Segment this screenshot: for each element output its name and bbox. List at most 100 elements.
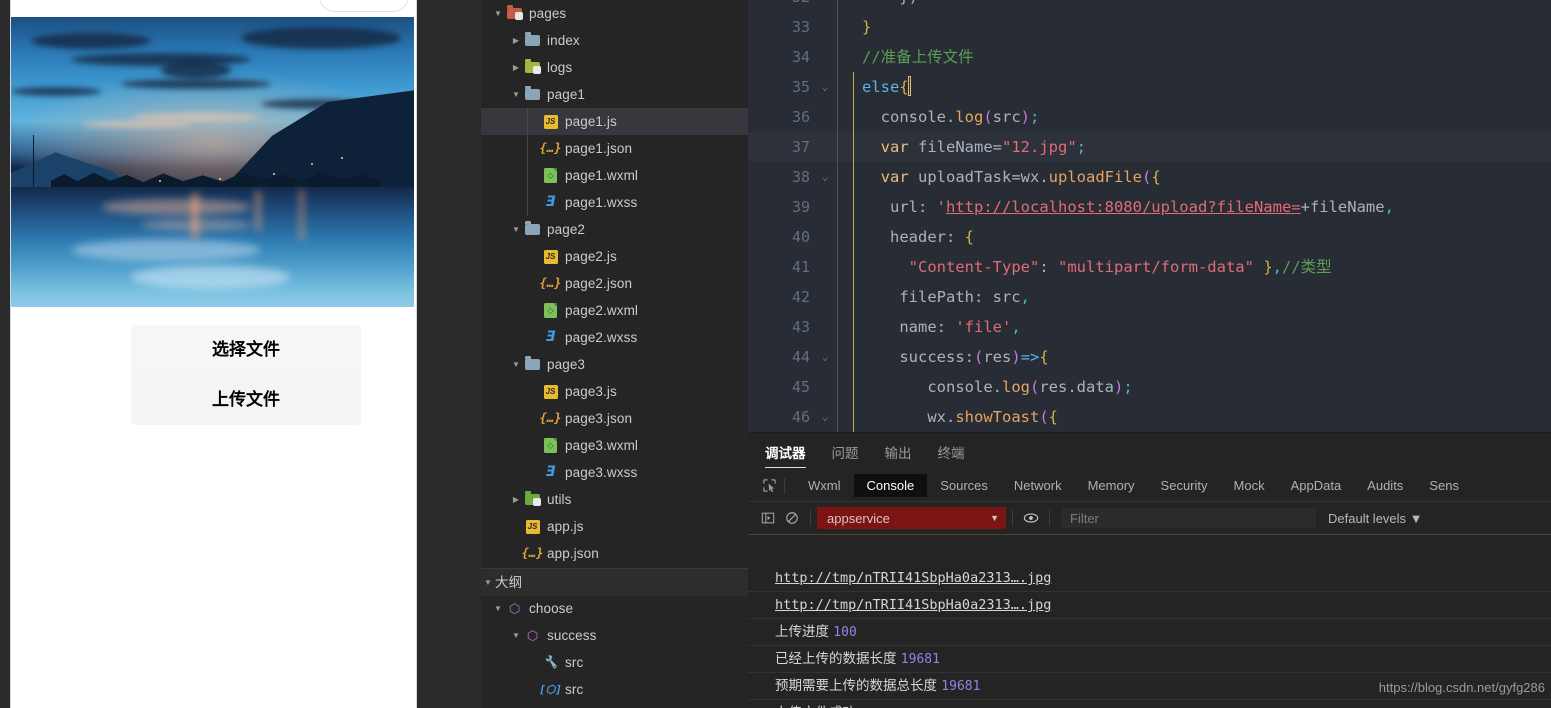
console-log-row[interactable]: 上传进度 100 (748, 619, 1551, 646)
file-tree-item[interactable]: ▶ index (481, 27, 748, 54)
devtools-tab-strip[interactable]: 调试器 问题 输出 终端 (748, 433, 1551, 470)
code-token: ) (1020, 108, 1031, 126)
panel-tab-security[interactable]: Security (1148, 474, 1221, 497)
code-line[interactable]: 41 "Content-Type": "multipart/form-data"… (748, 252, 1551, 282)
devtools-tab-item[interactable]: 问题 (832, 442, 872, 470)
code-line[interactable]: 43 name: 'file', (748, 312, 1551, 342)
chevron-down-icon[interactable]: ▼ (509, 81, 523, 108)
scope-guide (853, 222, 854, 252)
code-line[interactable]: 42 filePath: src, (748, 282, 1551, 312)
chevron-down-icon[interactable]: ▼ (491, 0, 505, 27)
devtools-tab-item[interactable]: 输出 (885, 442, 925, 470)
chevron-right-icon[interactable]: ▶ (509, 486, 523, 513)
file-tree-item[interactable]: ▼ page2 (481, 216, 748, 243)
wechat-capsule-button[interactable] (319, 0, 409, 12)
file-tree-item[interactable]: ▶ logs (481, 54, 748, 81)
panel-tab-mock[interactable]: Mock (1221, 474, 1278, 497)
fold-toggle-icon[interactable]: ⌄ (814, 72, 836, 102)
fold-toggle-icon[interactable]: ⌄ (814, 162, 836, 192)
choose-file-button[interactable]: 选择文件 (131, 325, 361, 375)
outline-section-header[interactable]: ▼ 大纲 (481, 568, 748, 596)
console-filter-input[interactable]: Filter (1062, 508, 1316, 528)
console-link[interactable]: http://tmp/nTRII41SbpHa0a2313….jpg (775, 570, 1051, 586)
devtools-panel-tabs[interactable]: Wxml Console Sources Network Memory Security M… (748, 470, 1551, 502)
code-line[interactable]: 36 console.log(src); (748, 102, 1551, 132)
console-context-select[interactable]: appservice ▼ (817, 507, 1006, 529)
file-tree-item[interactable]: ▼◇page1.wxml (481, 162, 748, 189)
code-line[interactable]: 32 }) (748, 0, 1551, 12)
code-line[interactable]: 44 ⌄ success:(res)=>{ (748, 342, 1551, 372)
devtools-tab-item[interactable]: 终端 (938, 442, 978, 470)
file-tree-item[interactable]: ▼Ǝpage1.wxss (481, 189, 748, 216)
panel-tab-appdata[interactable]: AppData (1278, 474, 1355, 497)
variable-symbol-icon: [⬡] (539, 683, 562, 696)
code-line[interactable]: 37 var fileName="12.jpg"; (748, 132, 1551, 162)
file-tree-item[interactable]: ▼Ǝpage2.wxss (481, 324, 748, 351)
chevron-down-icon[interactable]: ▼ (509, 216, 523, 243)
code-line[interactable]: 39 url: 'http://localhost:8080/upload?fi… (748, 192, 1551, 222)
console-link[interactable]: http://tmp/nTRII41SbpHa0a2313….jpg (775, 597, 1051, 613)
file-tree-item[interactable]: ▼◇page2.wxml (481, 297, 748, 324)
code-line[interactable]: 34 //准备上传文件 (748, 42, 1551, 72)
file-tree-item[interactable]: ▼ pages (481, 0, 748, 27)
chevron-down-icon[interactable]: ▼ (491, 595, 505, 622)
file-tree-item[interactable]: ▼ page3 (481, 351, 748, 378)
chevron-down-icon[interactable]: ▼ (509, 622, 523, 649)
fold-toggle-icon[interactable]: ⌄ (814, 402, 836, 432)
file-explorer-panel[interactable]: ▼pages▶index▶logs▼page1▼JSpage1.js▼{…}pa… (481, 0, 748, 708)
json-file-icon: {…} (539, 411, 562, 425)
console-levels-dropdown[interactable]: Default levels ▼ (1328, 511, 1423, 526)
preview-image[interactable] (11, 17, 414, 307)
console-log-row[interactable]: http://tmp/nTRII41SbpHa0a2313….jpg (748, 565, 1551, 592)
outline-item[interactable]: ▼🔧src (481, 649, 748, 676)
file-tree-item[interactable]: ▼{…}page2.json (481, 270, 748, 297)
panel-tab-audits[interactable]: Audits (1354, 474, 1416, 497)
file-tree-item[interactable]: ▼{…}page3.json (481, 405, 748, 432)
code-line[interactable]: 35 ⌄ else{ (748, 72, 1551, 102)
console-log-row[interactable]: http://tmp/nTRII41SbpHa0a2313….jpg (748, 592, 1551, 619)
live-expression-icon[interactable] (1019, 507, 1043, 529)
panel-tab-sens[interactable]: Sens (1416, 474, 1472, 497)
upload-file-button[interactable]: 上传文件 (131, 375, 361, 425)
file-tree-item[interactable]: ▼◇page3.wxml (481, 432, 748, 459)
code-token: : (1039, 258, 1058, 276)
code-line[interactable]: 38 ⌄ var uploadTask=wx.uploadFile({ (748, 162, 1551, 192)
file-tree-item[interactable]: ▼{…}page1.json (481, 135, 748, 162)
file-tree-item[interactable]: ▼{…}app.json (481, 540, 748, 567)
file-tree-item[interactable]: ▼JSapp.js (481, 513, 748, 540)
code-line[interactable]: 45 console.log(res.data); (748, 372, 1551, 402)
panel-tab-memory[interactable]: Memory (1075, 474, 1148, 497)
panel-tab-network[interactable]: Network (1001, 474, 1075, 497)
file-tree-item[interactable]: ▶ utils (481, 486, 748, 513)
file-tree-item[interactable]: ▼JSpage2.js (481, 243, 748, 270)
console-log-row[interactable]: 已经上传的数据长度 19681 (748, 646, 1551, 673)
chevron-down-icon[interactable]: ▼ (509, 351, 523, 378)
devtools-tab-active[interactable]: 调试器 (765, 442, 819, 470)
outline-item[interactable]: ▼ ⬡ choose (481, 595, 748, 622)
code-token: log (1001, 378, 1030, 396)
outline-item[interactable]: ▼[⬡]src (481, 676, 748, 703)
inspect-element-icon[interactable] (756, 475, 782, 497)
code-line[interactable]: 46 ⌄ wx.showToast({ (748, 402, 1551, 432)
file-tree-item[interactable]: ▼ page1 (481, 81, 748, 108)
console-log-row[interactable]: 上传文件成功 (748, 700, 1551, 708)
code-line[interactable]: 40 header: { (748, 222, 1551, 252)
file-tree-item[interactable]: ▼JSpage1.js (481, 108, 748, 135)
chevron-right-icon[interactable]: ▶ (509, 27, 523, 54)
file-tree-item[interactable]: ▼Ǝpage3.wxss (481, 459, 748, 486)
outline-item[interactable]: ▼ ⬡ success (481, 622, 748, 649)
chevron-right-icon[interactable]: ▶ (509, 54, 523, 81)
fold-toggle-icon[interactable]: ⌄ (814, 342, 836, 372)
panel-tab-console[interactable]: Console (853, 474, 928, 497)
code-line[interactable]: 33} (748, 12, 1551, 42)
console-sidebar-icon[interactable] (756, 507, 780, 529)
file-tree-item[interactable]: ▼JSpage3.js (481, 378, 748, 405)
console-toolbar[interactable]: appservice ▼ Filter Default levels ▼ (748, 502, 1551, 535)
code-token: { (1048, 408, 1059, 426)
file-tree-label: page2.wxss (565, 330, 638, 345)
outline-tree[interactable]: ▼⬡choose▼⬡success▼🔧src▼[⬡]src (481, 595, 748, 703)
code-editor[interactable]: 32 })33}34//准备上传文件35⌄else{36 console.log… (748, 0, 1551, 432)
panel-tab-wxml[interactable]: Wxml (795, 474, 854, 497)
panel-tab-sources[interactable]: Sources (927, 474, 1001, 497)
clear-console-icon[interactable] (780, 507, 804, 529)
